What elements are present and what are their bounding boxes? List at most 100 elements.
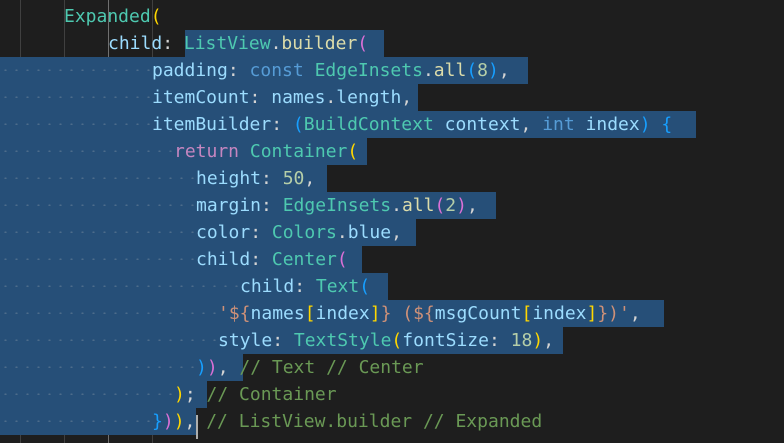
code-line: itemCount: names.length, [152, 84, 412, 111]
code-token: , [498, 60, 510, 81]
code-token: { [661, 114, 673, 135]
code-token: : [271, 114, 293, 135]
whitespace-dots [0, 123, 152, 125]
code-line: )), // Text // Center [196, 354, 424, 381]
code-token: ) [196, 357, 207, 378]
code-token: ) [532, 330, 544, 351]
code-token: , [401, 87, 413, 108]
code-token: ) [173, 411, 185, 432]
code-token: // Container [206, 384, 337, 405]
code-token: child [108, 33, 163, 54]
code-token: ( [359, 276, 371, 297]
code-token: ] [586, 303, 598, 324]
code-token: ) [174, 384, 185, 405]
code-token: all [401, 195, 435, 216]
code-token: // Text // Center [239, 357, 424, 378]
code-token: index [315, 303, 370, 324]
code-line: return Container( [174, 138, 358, 165]
code-token: : [249, 87, 272, 108]
code-token: : [272, 330, 294, 351]
code-token: })' [597, 303, 630, 324]
code-token: . [391, 195, 402, 216]
code-line: child: Center( [196, 246, 348, 273]
code-token: builder [281, 33, 358, 54]
whitespace-dots [0, 258, 196, 260]
code-token: margin [196, 195, 262, 216]
code-token: itemCount [152, 87, 250, 108]
code-line: ); // Container [174, 381, 337, 408]
whitespace-dots [0, 312, 218, 314]
whitespace-dots [0, 285, 240, 287]
code-token: Container [249, 141, 348, 162]
code-token: } (${ [380, 303, 435, 324]
code-editor[interactable]: Expanded( child: ListView.builder( paddi… [0, 0, 784, 443]
code-token: int [542, 114, 586, 135]
code-token: Colors [271, 222, 337, 243]
text-cursor [196, 415, 198, 439]
code-token: child [240, 276, 295, 297]
code-token: : [488, 330, 511, 351]
code-token: Center [271, 249, 337, 270]
code-token: . [422, 60, 434, 81]
code-token: . [336, 222, 348, 243]
code-token: padding [152, 60, 228, 81]
code-token: , [520, 114, 543, 135]
code-token: ) [162, 411, 174, 432]
code-token: return [174, 141, 250, 162]
code-token: EdgeInsets [314, 60, 423, 81]
code-token: ) [456, 195, 467, 216]
code-token: ( [336, 249, 348, 270]
code-token: . [270, 33, 282, 54]
code-token: : [261, 168, 283, 189]
code-token: '${ [218, 303, 251, 324]
code-token: 2 [445, 195, 457, 216]
code-token: fontSize [402, 330, 489, 351]
code-token: index [532, 303, 587, 324]
code-token: names [250, 303, 305, 324]
code-token: ( [150, 6, 162, 27]
whitespace-dots [0, 96, 152, 98]
whitespace-dots [0, 420, 152, 422]
code-token: : [261, 195, 283, 216]
code-token: const [249, 60, 315, 81]
whitespace-dots [0, 177, 196, 179]
whitespace-dots [0, 231, 196, 233]
code-line: '${names[index]} (${msgCount[index]})', [218, 300, 641, 327]
code-line: })), // ListView.builder // Expanded [152, 408, 542, 435]
code-token: msgCount [434, 303, 522, 324]
code-token: [ [521, 303, 533, 324]
code-token: ) [488, 60, 499, 81]
code-token: child [196, 249, 251, 270]
whitespace-dots [0, 69, 152, 71]
code-token: 8 [477, 60, 488, 81]
code-token: TextStyle [293, 330, 392, 351]
code-token: height [196, 168, 262, 189]
code-token: Text [315, 276, 360, 297]
code-token: , [391, 222, 402, 243]
whitespace-dots [0, 393, 174, 395]
code-token: ( [357, 33, 369, 54]
code-line: height: 50, [196, 165, 315, 192]
code-token: style [218, 330, 273, 351]
code-token: blue [347, 222, 392, 243]
code-token: context [444, 114, 521, 135]
code-line: margin: EdgeInsets.all(2), [196, 192, 478, 219]
code-token: names [271, 87, 326, 108]
code-token: ( [347, 141, 359, 162]
code-line: Expanded( [64, 3, 162, 30]
whitespace-dots [0, 366, 196, 368]
code-token: ( [292, 114, 304, 135]
code-token: , [629, 303, 641, 324]
code-token: , [217, 357, 240, 378]
code-token: ) [206, 357, 218, 378]
code-token: , [304, 168, 316, 189]
code-token: all [433, 60, 467, 81]
code-token: Expanded [64, 6, 151, 27]
code-token: : [162, 33, 184, 54]
code-token: ( [434, 195, 446, 216]
code-token: . [325, 87, 337, 108]
code-line: child: Text( [240, 273, 370, 300]
whitespace-dots [0, 204, 196, 206]
code-token: : [250, 222, 272, 243]
